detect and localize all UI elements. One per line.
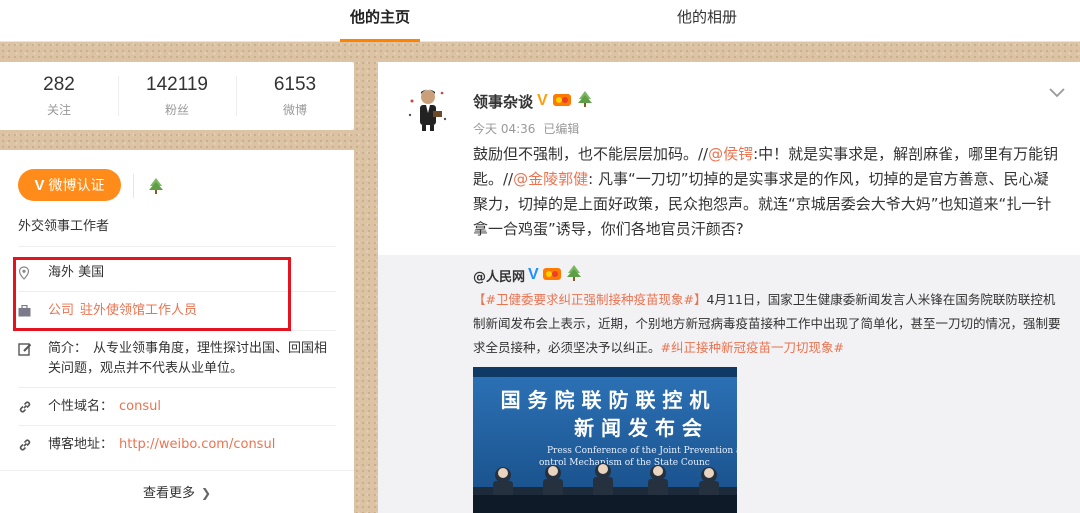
link-icon [18, 435, 48, 455]
press-conference-image[interactable]: 国 务 院 联 防 联 控 机 新 闻 发 布 会 Press Conferen… [473, 367, 737, 513]
tree-badge-icon[interactable] [565, 264, 583, 286]
divider [133, 174, 134, 198]
repost-author-name[interactable]: @人民网 [473, 266, 525, 285]
stat-posts-count: 6153 [273, 74, 317, 95]
stat-posts[interactable]: 6153 微博 [236, 62, 354, 130]
avatar[interactable] [400, 81, 454, 135]
image-subtitle-line1: Press Conference of the Joint Prevention… [547, 446, 737, 456]
blog-row: 博客地址： http://weibo.com/consul [18, 435, 338, 455]
edited-label[interactable]: 已编辑 [543, 122, 579, 136]
bio-text: 从专业领事角度，理性探讨出国、回国相关问题，观点并不代表从业单位。 [48, 341, 328, 376]
blog-link[interactable]: http://weibo.com/consul [119, 435, 275, 455]
top-nav: 他的主页 他的相册 [0, 0, 1080, 42]
post-text-part: 鼓励但不强制，也不能层层加码。// [473, 145, 709, 163]
stat-following[interactable]: 282 关注 [0, 62, 118, 130]
link-icon [18, 397, 48, 417]
repost-author: @人民网 V [473, 264, 583, 286]
see-more-label: 查看更多 [142, 486, 195, 501]
divider [18, 246, 336, 247]
bio-label: 简介： [48, 341, 88, 356]
tab-album[interactable]: 他的相册 [667, 0, 747, 42]
stats-card: 282 关注 142119 粉丝 6153 微博 [0, 62, 354, 130]
domain-link[interactable]: consul [119, 397, 161, 417]
author-name[interactable]: 领事杂谈 [473, 91, 533, 112]
verified-v-icon: V [528, 266, 539, 283]
stat-followers-label: 粉丝 [164, 103, 189, 117]
tree-badge-icon[interactable] [576, 90, 594, 112]
hashtag-link[interactable]: 【#卫健委要求纠正强制接种疫苗现象#】 [473, 292, 706, 307]
verified-v-icon: V [34, 176, 45, 194]
mention-link[interactable]: @金陵郭健 [513, 170, 588, 188]
highlight-box [13, 257, 291, 331]
blog-label: 博客地址： [48, 437, 114, 452]
chevron-right-icon: ❯ [200, 486, 212, 500]
hashtag-link[interactable]: #纠正接种新冠疫苗一刀切现象# [661, 340, 844, 355]
stat-following-label: 关注 [46, 103, 71, 117]
post-time[interactable]: 今天 04:36 [473, 122, 535, 136]
see-more-button[interactable]: 查看更多 ❯ [0, 482, 354, 501]
divider [0, 470, 354, 471]
domain-row: 个性域名： consul [18, 397, 338, 417]
post-meta: 今天 04:36 已编辑 [473, 120, 579, 137]
tree-badge-icon[interactable] [147, 177, 165, 199]
post-author: 领事杂谈 V [473, 90, 594, 112]
mention-link[interactable]: @侯锷 [708, 145, 753, 163]
verify-button-label: 微博认证 [48, 178, 105, 194]
vip-badge-icon[interactable] [552, 91, 572, 111]
edit-pencil-icon [18, 339, 48, 359]
stat-following-count: 282 [43, 74, 75, 95]
post-text: 鼓励但不强制，也不能层层加码。//@侯锷:中！就是实事求是，解剖麻雀，哪里有万能… [473, 142, 1063, 242]
repost-text: 【#卫健委要求纠正强制接种疫苗现象#】4月11日，国家卫生健康委新闻发言人米锋在… [473, 288, 1063, 360]
weibo-verify-button[interactable]: V 微博认证 [18, 169, 121, 201]
chevron-down-icon[interactable] [1048, 84, 1066, 103]
tab-home[interactable]: 他的主页 [340, 0, 420, 42]
divider [18, 425, 336, 426]
stat-followers[interactable]: 142119 粉丝 [118, 62, 236, 130]
image-title-line1: 国 务 院 联 防 联 控 机 [501, 388, 710, 412]
stat-followers-count: 142119 [146, 74, 208, 95]
repost-block: @人民网 V 【#卫健委要求纠正强制接种疫苗现象#】4月11日，国家卫生健康委新… [378, 255, 1080, 513]
verify-description: 外交领事工作者 [18, 219, 110, 234]
profile-info-card: V 微博认证 外交领事工作者 海外 美国 公司 驻外使领馆工作人员 简介： 从专业… [0, 150, 354, 513]
image-subtitle-line2: ontrol Mechanism of the State Counc [539, 458, 710, 468]
image-title-line2: 新 闻 发 布 会 [574, 416, 702, 440]
vip-badge-icon[interactable] [542, 265, 562, 285]
bio-content: 简介： 从专业领事角度，理性探讨出国、回国相关问题，观点并不代表从业单位。 [48, 339, 338, 379]
domain-label: 个性域名： [48, 399, 114, 414]
verified-v-icon: V [537, 92, 548, 109]
weibo-post: 领事杂谈 V 今天 04:36 已编辑 鼓励但不强制，也不能层层加码。//@侯锷:… [378, 62, 1080, 513]
stat-posts-label: 微博 [282, 103, 307, 117]
divider [18, 387, 336, 388]
bio-row: 简介： 从专业领事角度，理性探讨出国、回国相关问题，观点并不代表从业单位。 [18, 339, 338, 379]
